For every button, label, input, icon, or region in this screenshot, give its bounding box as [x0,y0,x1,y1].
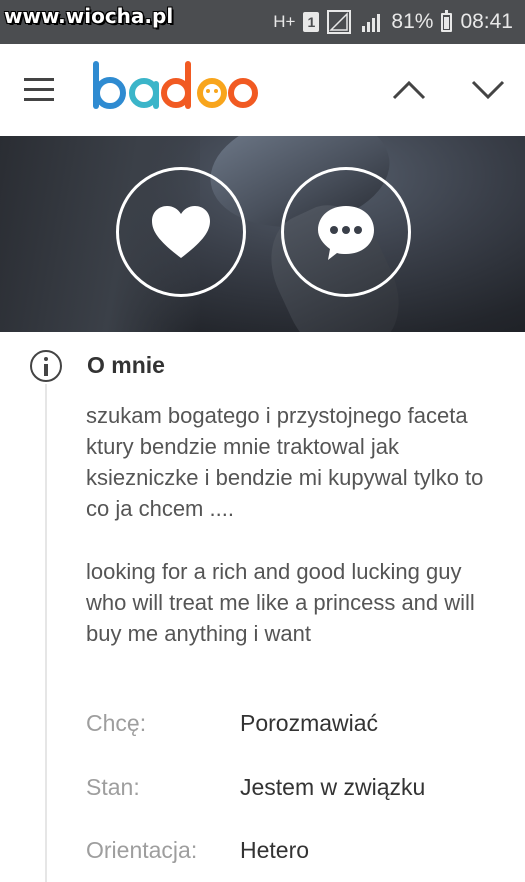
like-button[interactable] [116,167,246,297]
detail-label: Chcę: [86,710,147,736]
section-title: O mnie [87,352,165,378]
detail-value: Hetero [240,837,310,863]
sim-icon: 1 [303,12,320,32]
signal-icon [327,10,352,34]
badoo-logo-mark [93,61,258,109]
detail-value: Jestem w związku [240,774,426,800]
timeline-line [45,384,47,882]
signal-icon [362,14,381,32]
bio-text-pl: szukam bogatego i przystojnego faceta kt… [86,403,484,521]
detail-label: Orientacja: [86,837,198,863]
profile-photo [0,136,525,332]
about-section: O mnie szukam bogatego i przystojnego fa… [0,332,525,882]
detail-row: Orientacja: Hetero [86,837,506,867]
battery-icon [441,9,453,32]
bio-text-en: looking for a rich and good lucking guy … [86,559,475,646]
detail-value: Porozmawiać [240,710,379,736]
chat-bubble-icon [318,206,374,260]
info-icon [30,350,62,382]
heart-icon [152,206,210,258]
detail-label: Stan: [86,774,140,800]
status-icons: H+ 1 81% 08:41 [273,8,513,36]
badoo-logo [90,60,260,133]
detail-row: Stan: Jestem w związku [86,774,506,804]
battery-percent: 81% [391,10,434,33]
hplus-icon: H+ [273,12,296,31]
chevron-down-icon[interactable] [470,74,506,104]
status-bar: www.wiocha.pl H+ 1 81% 08:41 [0,0,525,44]
chat-button[interactable] [281,167,411,297]
app-header [0,44,525,136]
watermark: www.wiocha.pl [4,4,174,28]
chevron-up-icon[interactable] [391,74,427,104]
clock: 08:41 [460,10,513,33]
detail-row: Chcę: Porozmawiać [86,710,506,740]
menu-icon[interactable] [24,78,54,102]
